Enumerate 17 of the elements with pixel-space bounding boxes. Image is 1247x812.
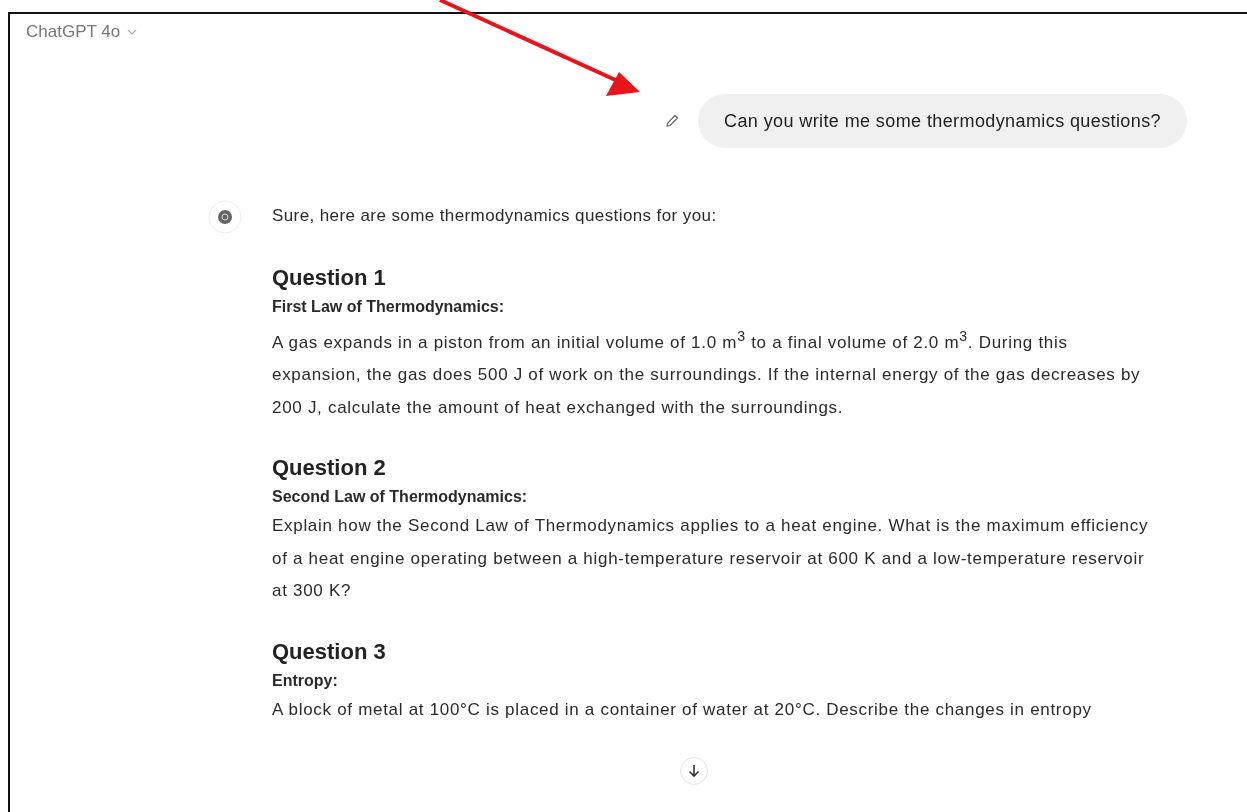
down-arrow-icon	[688, 764, 700, 778]
scroll-down-button[interactable]	[680, 757, 708, 785]
response-intro: Sure, here are some thermodynamics questions for you:	[272, 205, 718, 227]
assistant-avatar-icon	[208, 200, 242, 234]
question-text: A block of metal at 100°C is placed in a container of water at 20°C. Describe the changes in entropy	[272, 698, 1093, 721]
question-topic: Entropy:	[272, 670, 339, 691]
question-text: A gas expands in a piston from an initial volume of 1.0 m$^{3}$ to a final volume of 2.0 m$^{3}$. During this expansion, the gas does 500 J of work on the surroundings. If the internal energy of the gas decreases by 200 J, calculate the amount of heat exchanged with the surroundings.	[272, 327, 1142, 419]
chevron-icon	[127, 28, 138, 36]
question-heading: Question 3	[272, 637, 387, 666]
model-selector[interactable]: ChatGPT 4o	[26, 22, 138, 42]
edit-icon[interactable]	[664, 113, 680, 129]
question-heading: Question 2	[272, 454, 387, 483]
question-heading: Question 1	[272, 264, 387, 292]
question-topic: First Law of Thermodynamics:	[272, 297, 506, 317]
user-message: Can you write me some thermodynamics questions?	[698, 94, 1187, 148]
question-text: Explain how the Second Law of Thermodynamics applies to a heat engine. What is the maximum efficiency of a heat engine operating between a high-temperature reservoir at 600 K and a low-temperature reservoir at 300 K?	[272, 515, 1150, 603]
question-topic: Second Law of Thermodynamics:	[272, 487, 529, 508]
